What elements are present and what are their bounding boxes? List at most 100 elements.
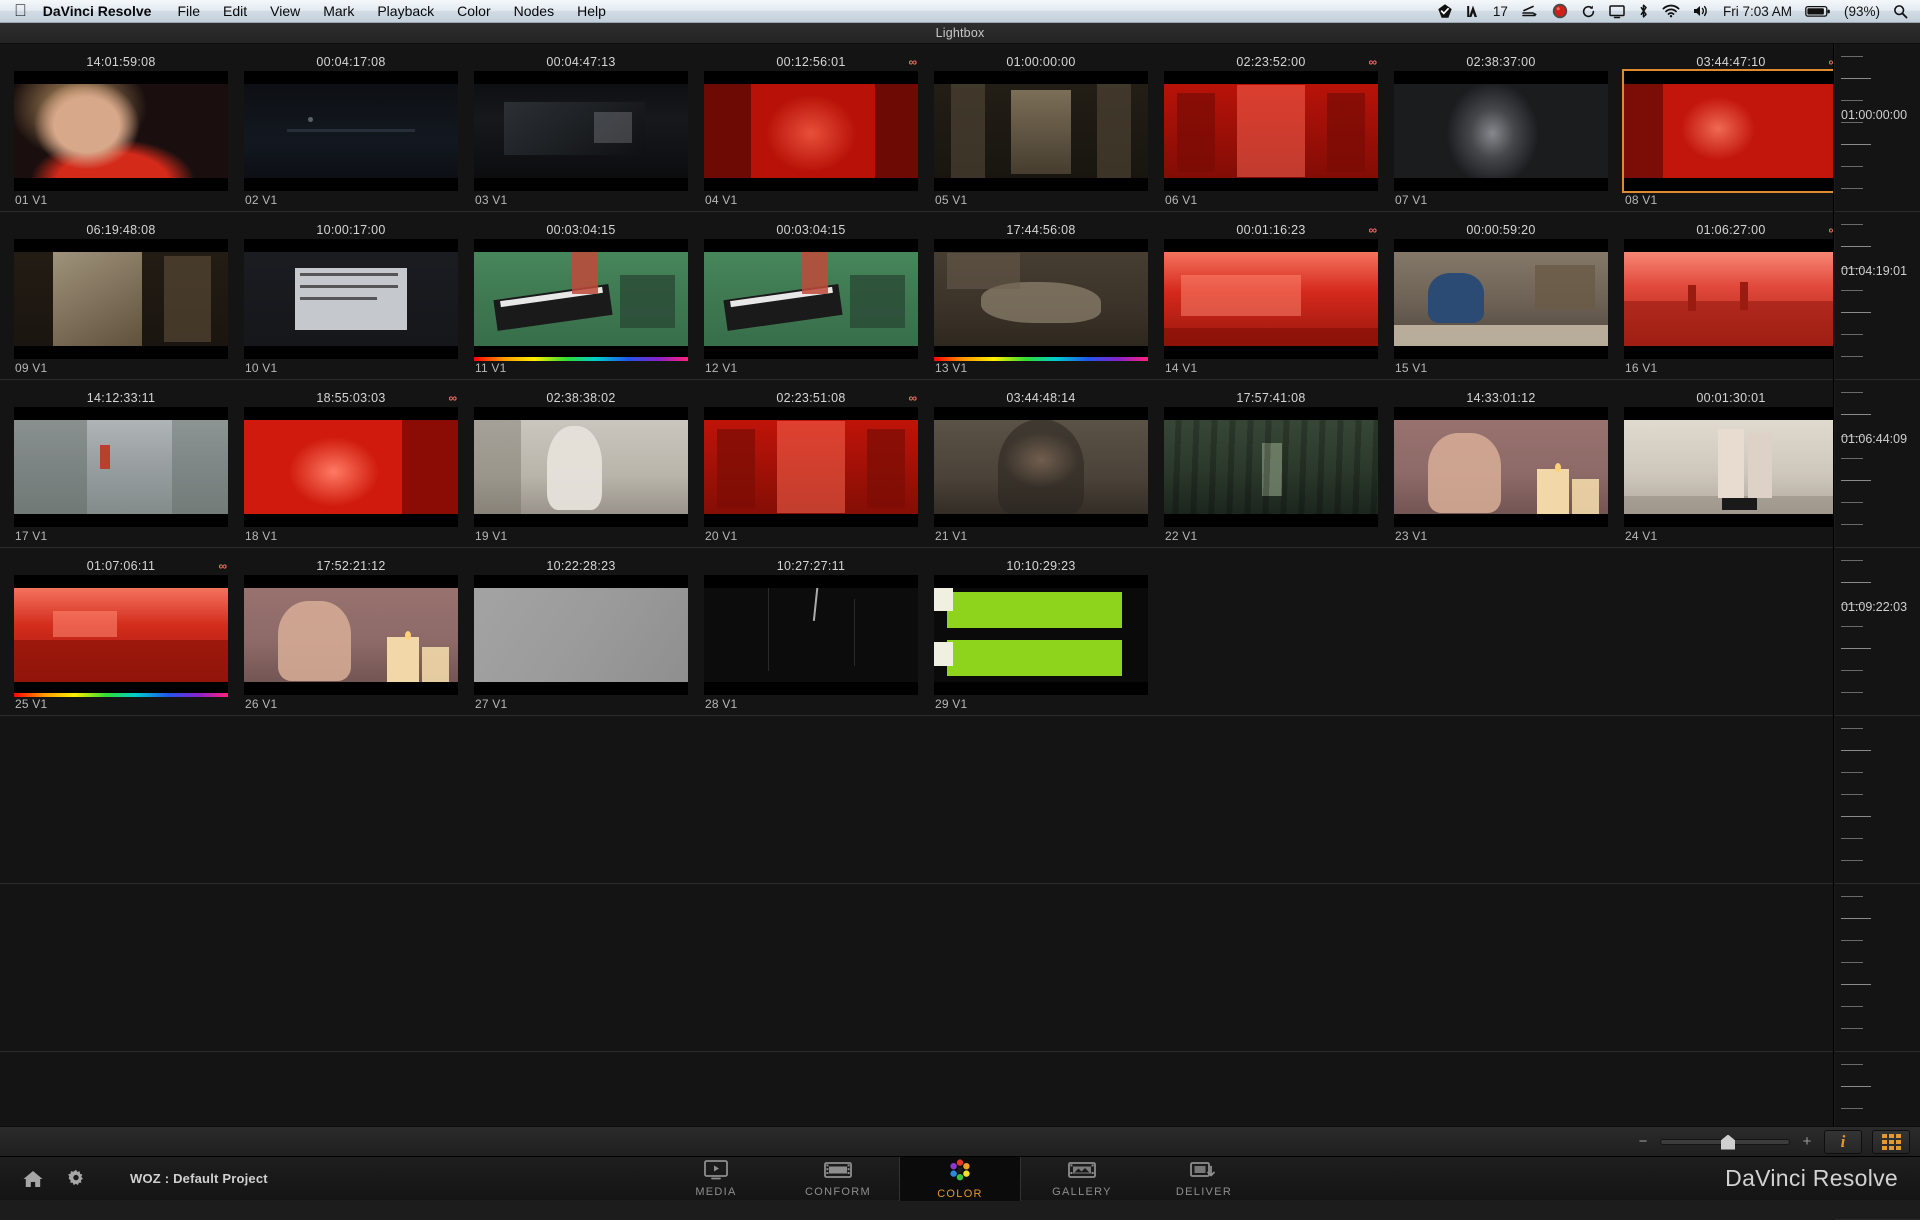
clip-thumbnail[interactable]: [474, 239, 688, 359]
page-switcher[interactable]: MEDIA CONFORM COLOR GALLERY DELIVER: [655, 1156, 1265, 1201]
clip-cell[interactable]: 10:10:29:23 29 V1: [934, 548, 1148, 715]
clip-cell[interactable]: 00:01:30:01 24 V1: [1624, 380, 1833, 547]
clip-thumbnail[interactable]: [704, 575, 918, 695]
clip-thumbnail[interactable]: [704, 407, 918, 527]
clip-thumbnail[interactable]: [1394, 407, 1608, 527]
clip-thumbnail[interactable]: [244, 407, 458, 527]
clip-cell[interactable]: 00:01:16:23 ∞ 14 V1: [1164, 212, 1378, 379]
clip-thumbnail-selected[interactable]: [1622, 69, 1833, 193]
zoom-out-button[interactable]: −: [1636, 1133, 1650, 1150]
clip-cell[interactable]: 17:44:56:08 13 V1: [934, 212, 1148, 379]
clip-thumbnail[interactable]: [14, 575, 228, 695]
scanner-icon[interactable]: [1521, 1, 1539, 21]
letterbox-bar: [244, 514, 458, 527]
clip-cell[interactable]: 02:38:38:02 19 V1: [474, 380, 688, 547]
volume-icon[interactable]: [1693, 1, 1710, 21]
clip-thumbnail[interactable]: [934, 239, 1148, 359]
clip-cell[interactable]: 00:03:04:15 12 V1: [704, 212, 918, 379]
record-red-icon[interactable]: [1552, 1, 1568, 21]
clip-cell[interactable]: 06:19:48:08 09 V1: [14, 212, 228, 379]
clip-cell[interactable]: 00:04:47:13 03 V1: [474, 44, 688, 211]
clip-thumbnail[interactable]: [1624, 407, 1833, 527]
menu-item-color[interactable]: Color: [457, 3, 490, 19]
menu-item-davinci-resolve[interactable]: DaVinci Resolve: [43, 3, 152, 19]
menu-item-help[interactable]: Help: [577, 3, 606, 19]
gear-icon[interactable]: [66, 1169, 86, 1189]
clip-cell[interactable]: 14:12:33:11 17 V1: [14, 380, 228, 547]
clip-thumbnail[interactable]: [474, 71, 688, 191]
letterbox-bar: [244, 346, 458, 359]
clip-cell[interactable]: 10:00:17:00 10 V1: [244, 212, 458, 379]
refresh-icon[interactable]: [1581, 1, 1596, 21]
menu-bar-clock[interactable]: Fri 7:03 AM: [1723, 4, 1792, 19]
menu-item-edit[interactable]: Edit: [223, 3, 247, 19]
clip-thumbnail[interactable]: [934, 407, 1148, 527]
clip-thumbnail[interactable]: [1164, 71, 1378, 191]
clip-cell[interactable]: 01:06:27:00∞ 16 V1: [1624, 212, 1833, 379]
zoom-slider-handle[interactable]: [1721, 1134, 1735, 1150]
clip-cell[interactable]: 03:44:47:10∞ 08 V1: [1622, 44, 1833, 211]
clip-thumbnail[interactable]: [704, 239, 918, 359]
page-button-deliver[interactable]: DELIVER: [1143, 1157, 1265, 1201]
clip-cell[interactable]: 00:03:04:15 11 V1: [474, 212, 688, 379]
grid-view-icon[interactable]: [1872, 1129, 1910, 1154]
clip-cell[interactable]: 10:27:27:11 28 V1: [704, 548, 918, 715]
clip-cell[interactable]: 18:55:03:03 ∞ 18 V1: [244, 380, 458, 547]
clip-cell[interactable]: 00:00:59:20 15 V1: [1394, 212, 1608, 379]
clip-cell[interactable]: 02:23:51:08 ∞ 20 V1: [704, 380, 918, 547]
clip-cell[interactable]: 03:44:48:14 21 V1: [934, 380, 1148, 547]
clip-thumbnail[interactable]: [934, 575, 1148, 695]
clip-thumbnail[interactable]: [14, 239, 228, 359]
clip-cell[interactable]: 00:04:17:08 02 V1: [244, 44, 458, 211]
page-button-conform[interactable]: CONFORM: [777, 1157, 899, 1201]
clip-thumbnail[interactable]: [1394, 239, 1608, 359]
menu-item-playback[interactable]: Playback: [377, 3, 434, 19]
clip-thumbnail[interactable]: [474, 407, 688, 527]
menu-item-view[interactable]: View: [270, 3, 300, 19]
clip-cell[interactable]: 01:07:06:11 ∞ 25 V1: [14, 548, 228, 715]
clip-cell[interactable]: 10:22:28:23 27 V1: [474, 548, 688, 715]
zoom-in-button[interactable]: +: [1800, 1133, 1814, 1150]
clip-thumbnail[interactable]: [14, 407, 228, 527]
page-button-color[interactable]: COLOR: [899, 1156, 1021, 1201]
clip-name-label: 22 V1: [1165, 529, 1198, 543]
display-icon[interactable]: [1609, 1, 1625, 21]
clip-cell[interactable]: 02:23:52:00 ∞ 06 V1: [1164, 44, 1378, 211]
clip-thumbnail[interactable]: [1394, 71, 1608, 191]
zoom-slider[interactable]: [1660, 1134, 1790, 1150]
clip-thumbnail[interactable]: [934, 71, 1148, 191]
menu-item-mark[interactable]: Mark: [323, 3, 354, 19]
clip-timecode: 02:23:51:08 ∞: [776, 391, 917, 405]
wifi-icon[interactable]: [1662, 1, 1680, 21]
clip-cell[interactable]: 01:00:00:00 05 V1: [934, 44, 1148, 211]
ruler-band-empty: [1835, 716, 1920, 884]
bluetooth-icon[interactable]: [1638, 1, 1649, 21]
clip-cell[interactable]: 14:33:01:12 23 V1: [1394, 380, 1608, 547]
clip-thumbnail[interactable]: [1624, 239, 1833, 359]
clip-thumbnail[interactable]: [1164, 407, 1378, 527]
home-icon[interactable]: [22, 1169, 44, 1189]
clip-thumbnail[interactable]: [14, 71, 228, 191]
clip-cell[interactable]: 02:38:37:00 07 V1: [1394, 44, 1608, 211]
clip-cell[interactable]: 17:52:21:12 26 V1: [244, 548, 458, 715]
menu-item-file[interactable]: File: [177, 3, 200, 19]
info-italic-icon[interactable]: i: [1824, 1129, 1862, 1154]
clip-thumbnail[interactable]: [474, 575, 688, 695]
lightbox-clip-grid[interactable]: 14:01:59:08 01 V1 00:04:17:08 02 V1 00:04:4…: [0, 44, 1834, 1126]
apple-logo-icon[interactable]: : [14, 2, 27, 19]
clip-cell[interactable]: 14:01:59:08 01 V1: [14, 44, 228, 211]
search-icon[interactable]: [1893, 1, 1908, 21]
clip-cell[interactable]: 00:12:56:01 ∞ 04 V1: [704, 44, 918, 211]
clip-thumbnail[interactable]: [244, 575, 458, 695]
page-button-media[interactable]: MEDIA: [655, 1157, 777, 1201]
dropbox-check-icon[interactable]: [1437, 1, 1453, 21]
page-button-gallery[interactable]: GALLERY: [1021, 1157, 1143, 1201]
clip-thumbnail[interactable]: [1164, 239, 1378, 359]
battery-icon[interactable]: [1805, 1, 1831, 21]
clip-thumbnail[interactable]: [704, 71, 918, 191]
clip-thumbnail[interactable]: [244, 239, 458, 359]
clip-cell[interactable]: 17:57:41:08 22 V1: [1164, 380, 1378, 547]
alfred-hat-icon[interactable]: [1466, 1, 1480, 21]
clip-thumbnail[interactable]: [244, 71, 458, 191]
menu-item-nodes[interactable]: Nodes: [514, 3, 554, 19]
